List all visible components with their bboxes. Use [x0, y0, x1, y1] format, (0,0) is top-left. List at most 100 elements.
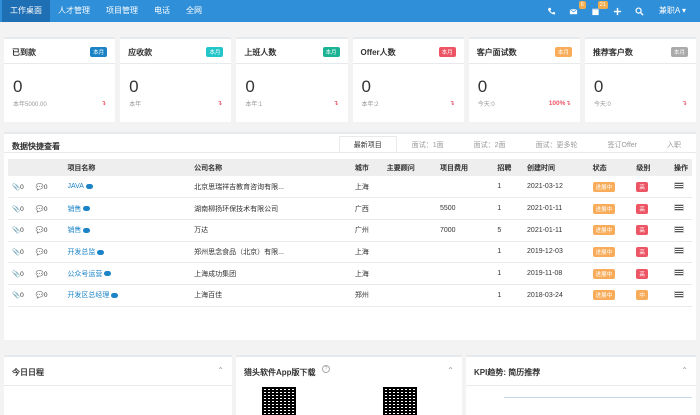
- plus-icon[interactable]: [607, 0, 629, 22]
- card-sub: 本年: [129, 102, 142, 108]
- table-row: 📎0 💬0 开发区总经理 上海百佳 郑州 1 2018-03-24 进展中 中: [8, 284, 692, 307]
- nav-workbench[interactable]: 工作桌面: [2, 0, 50, 22]
- tab-interview-2[interactable]: 面试：2面: [459, 136, 521, 153]
- card-title: 已到款: [12, 48, 36, 57]
- panel-tabs: 最新项目 面试：1面 面试：2面 面试：更多轮 签订Offer 入职: [338, 136, 696, 153]
- wechat-icon[interactable]: [83, 227, 91, 233]
- project-link[interactable]: 开发总监: [67, 249, 95, 256]
- header-status: 状态: [588, 159, 633, 176]
- tab-latest-projects[interactable]: 最新项目: [338, 136, 397, 153]
- hire-cell: 1: [493, 176, 524, 199]
- stat-card-onboard: 上班人数 本月 0 本年:1 ↴: [236, 37, 348, 122]
- wechat-icon[interactable]: [97, 249, 105, 255]
- tab-onboard[interactable]: 入职: [652, 136, 696, 153]
- city-cell: 广州: [350, 219, 383, 242]
- advisor-cell: [382, 241, 436, 264]
- schedule-title: 今日日程: [12, 368, 44, 377]
- project-link[interactable]: 销售: [67, 206, 81, 213]
- card-sub: 本年5000.00: [13, 102, 47, 108]
- menu-icon[interactable]: [673, 290, 684, 298]
- city-cell: 广西: [350, 197, 383, 220]
- top-nav: 工作桌面 人才管理 项目管理 电话 全网 6 21 兼职A ▾: [0, 0, 700, 22]
- menu-icon[interactable]: [673, 225, 684, 233]
- calendar-icon[interactable]: 21: [585, 0, 608, 22]
- date-cell: 2021-01-11: [523, 197, 589, 220]
- stat-card-offer: Offer人数 本月 0 本年:2 ↴: [352, 37, 464, 122]
- status-badge: 进展中: [592, 246, 616, 257]
- nav-network[interactable]: 全网: [178, 0, 210, 22]
- fee-cell: [435, 284, 494, 307]
- attachment-icon: 📎0: [12, 248, 24, 256]
- panel-title: 数据快捷查看: [12, 142, 60, 151]
- period-tag: 本月: [90, 47, 108, 57]
- header-created: 创建时间: [523, 159, 589, 176]
- level-badge: 高: [636, 203, 648, 214]
- city-cell: 上海: [350, 176, 383, 199]
- nav-projects[interactable]: 项目管理: [98, 0, 146, 22]
- menu-icon[interactable]: [673, 269, 684, 277]
- kpi-chart-axis: [504, 397, 692, 398]
- fee-cell: 7000: [435, 219, 494, 242]
- project-link[interactable]: 公众号运营: [67, 271, 102, 278]
- wechat-icon[interactable]: [85, 183, 93, 189]
- status-badge: 进展中: [592, 268, 616, 279]
- attachment-icon: 📎0: [12, 227, 24, 235]
- fee-cell: 5500: [435, 197, 494, 220]
- card-sub: 本年:2: [361, 102, 379, 108]
- advisor-cell: [382, 284, 436, 307]
- level-badge: 高: [636, 181, 648, 192]
- wechat-icon[interactable]: [83, 206, 91, 212]
- search-icon[interactable]: [629, 0, 651, 22]
- hire-cell: 1: [493, 262, 524, 285]
- card-title: 客户面试数: [476, 48, 517, 57]
- header-company: 公司名称: [190, 159, 351, 176]
- tab-interview-1[interactable]: 面试：1面: [397, 136, 459, 153]
- kpi-title: KPI趋势: 简历推荐: [474, 368, 541, 377]
- attachment-icon: 📎0: [12, 183, 24, 191]
- user-menu[interactable]: 兼职A ▾: [651, 0, 700, 22]
- fee-cell: [435, 241, 494, 264]
- comment-icon: 💬0: [35, 227, 48, 235]
- date-cell: 2021-03-12: [523, 176, 589, 199]
- wechat-icon[interactable]: [111, 292, 119, 298]
- company-cell: 郑州思念食品（北京）有限...: [190, 241, 351, 264]
- qr-code: [262, 387, 296, 415]
- menu-icon[interactable]: [673, 182, 684, 190]
- phone-icon[interactable]: [541, 0, 563, 22]
- comment-icon: 💬0: [35, 270, 48, 278]
- period-tag: 本月: [206, 47, 224, 57]
- tab-offer[interactable]: 签订Offer: [593, 136, 652, 153]
- header-city: 城市: [350, 159, 383, 176]
- schedule-box: 今日日程 ⌃: [4, 355, 232, 415]
- collapse-icon[interactable]: ⌃: [681, 366, 688, 375]
- project-link[interactable]: JAVA: [67, 183, 83, 190]
- tab-interview-more[interactable]: 面试：更多轮: [521, 136, 593, 153]
- trend-down-icon: ↴: [681, 100, 688, 107]
- stat-cards: 已到款 本月 0 本年5000.00 ↴ 应收款 本月 0 本年 ↴ 上班人数 …: [4, 37, 697, 122]
- comment-icon: 💬0: [35, 205, 48, 213]
- projects-table: 项目名称 公司名称 城市 主要顾问 项目费用 招聘 创建时间 状态 级别 操作 …: [8, 159, 692, 307]
- app-title: 猎头软件App版下载: [244, 368, 316, 377]
- advisor-cell: [382, 262, 436, 285]
- nav-phone[interactable]: 电话: [146, 0, 178, 22]
- card-value: 0: [361, 77, 371, 96]
- wechat-icon[interactable]: [104, 271, 112, 277]
- table-row: 📎0 💬0 开发总监 郑州思念食品（北京）有限... 上海 1 2019-12-0…: [8, 241, 692, 264]
- level-badge: 高: [636, 268, 648, 279]
- level-badge: 高: [636, 246, 648, 257]
- project-link[interactable]: 开发区总经理: [67, 292, 109, 299]
- collapse-icon[interactable]: ⌃: [447, 366, 454, 375]
- comment-icon: 💬0: [35, 292, 48, 300]
- hire-cell: 1: [493, 241, 524, 264]
- mail-icon[interactable]: 6: [563, 0, 586, 22]
- card-value: 0: [593, 77, 604, 96]
- info-icon[interactable]: ?: [322, 365, 330, 373]
- project-link[interactable]: 销售: [67, 227, 81, 234]
- menu-icon[interactable]: [673, 204, 684, 212]
- period-tag: 本月: [671, 47, 689, 57]
- header-fee: 项目费用: [435, 159, 494, 176]
- nav-talent[interactable]: 人才管理: [50, 0, 98, 22]
- collapse-icon[interactable]: ⌃: [217, 366, 224, 375]
- attachment-icon: 📎0: [12, 205, 24, 213]
- menu-icon[interactable]: [673, 247, 684, 255]
